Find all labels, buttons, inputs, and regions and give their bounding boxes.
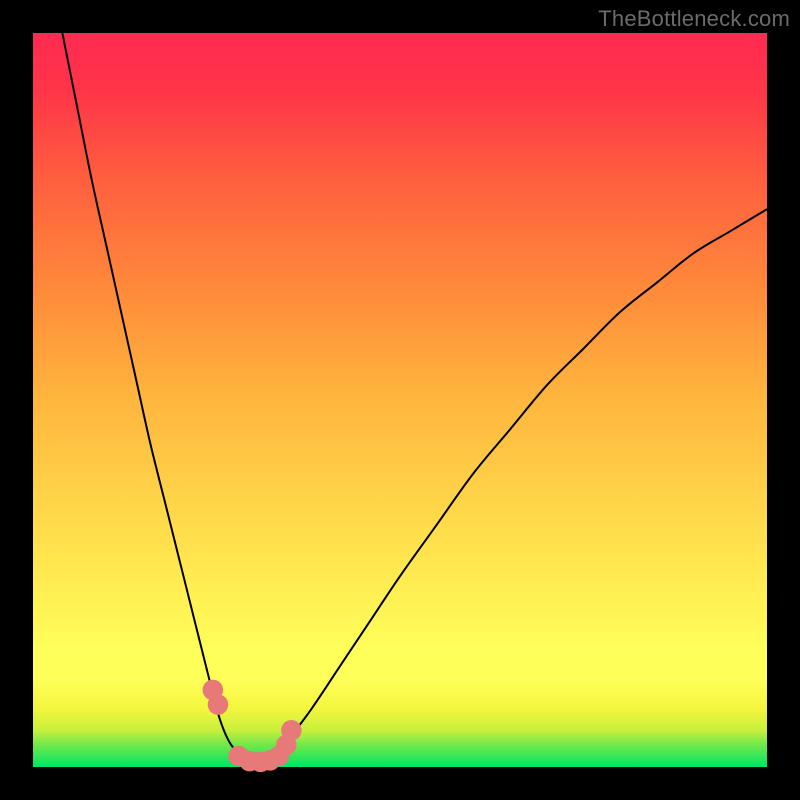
data-marker: [281, 720, 302, 741]
chart-frame: TheBottleneck.com: [0, 0, 800, 800]
curve-layer: [33, 33, 767, 767]
watermark-text: TheBottleneck.com: [598, 6, 790, 32]
data-marker: [208, 694, 229, 715]
marker-group: [203, 680, 302, 772]
plot-area: [33, 33, 767, 767]
bottleneck-curve: [62, 33, 767, 764]
